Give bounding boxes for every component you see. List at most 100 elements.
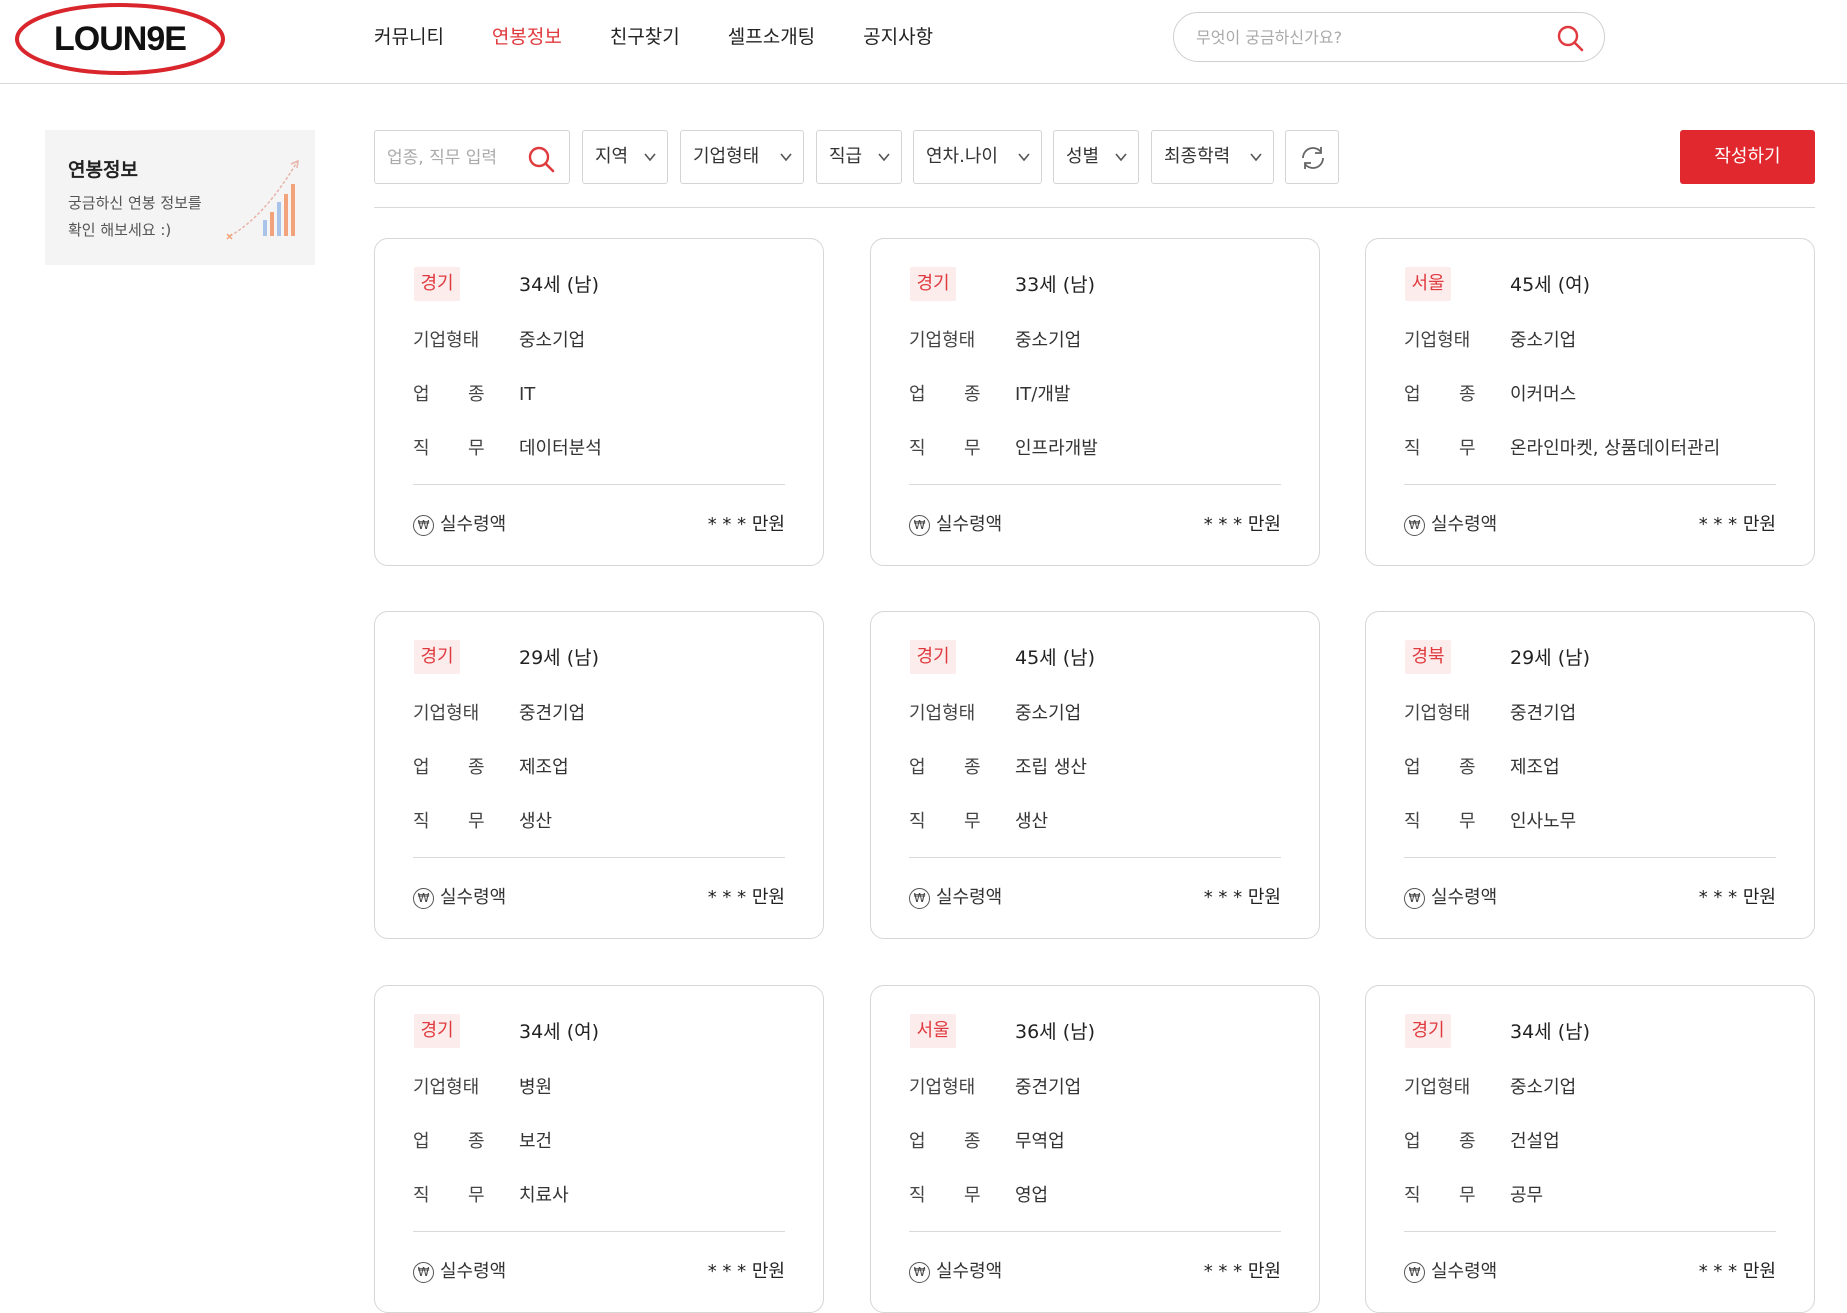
industry-label: 업종 bbox=[909, 1127, 1015, 1153]
duty-label-a: 직 bbox=[909, 811, 926, 832]
net-pay-label: 실수령액 bbox=[936, 1261, 1003, 1282]
duty-row: 직 무 데이터분석 bbox=[413, 434, 602, 460]
company-type-value: 중견기업 bbox=[519, 703, 586, 724]
industry-value: 조립 생산 bbox=[1015, 757, 1087, 778]
salary-card[interactable]: 경기 34세 (여) 기업형태 병원 업 종 보건 직 무 치료사 ₩ 실수령액 * * * 만원 bbox=[374, 985, 824, 1313]
industry-value: 건설업 bbox=[1510, 1131, 1560, 1152]
salary-card[interactable]: 경기 33세 (남) 기업형태 중소기업 업 종 IT/개발 직 무 인프라개발 ₩ 실수령액 * * … bbox=[870, 238, 1320, 566]
salary-card[interactable]: 경기 29세 (남) 기업형태 중견기업 업 종 제조업 직 무 생산 ₩ 실수령액 * * * 만원 bbox=[374, 611, 824, 939]
salary-info-banner[interactable]: 연봉정보 궁금하신 연봉 정보를 확인 해보세요 :) bbox=[45, 130, 315, 265]
industry-value: 무역업 bbox=[1015, 1131, 1065, 1152]
duty-label: 직무 bbox=[413, 807, 519, 833]
net-pay-label-group: ₩ 실수령액 bbox=[413, 1257, 506, 1283]
industry-row: 업 종 제조업 bbox=[413, 753, 569, 779]
nav-item-self-blind-date[interactable]: 셀프소개팅 bbox=[728, 22, 815, 52]
duty-value: 치료사 bbox=[519, 1185, 569, 1206]
industry-value: 제조업 bbox=[1510, 757, 1560, 778]
nav-item-notice[interactable]: 공지사항 bbox=[863, 22, 933, 52]
industry-label-b: 종 bbox=[1459, 757, 1476, 778]
duty-row: 직 무 인프라개발 bbox=[909, 434, 1098, 460]
region-badge: 경북 bbox=[1405, 640, 1451, 674]
region-select[interactable]: 지역 bbox=[582, 130, 668, 184]
company-type-select[interactable]: 기업형태 bbox=[680, 130, 804, 184]
duty-label-b: 무 bbox=[468, 438, 485, 459]
company-type-row: 기업형태 중소기업 bbox=[1404, 1073, 1576, 1099]
net-pay-label: 실수령액 bbox=[440, 887, 507, 908]
industry-label-b: 종 bbox=[1459, 384, 1476, 405]
duty-value: 온라인마켓, 상품데이터관리 bbox=[1510, 438, 1721, 459]
industry-label: 업종 bbox=[909, 753, 1015, 779]
card-divider bbox=[909, 484, 1281, 485]
card-divider bbox=[909, 857, 1281, 858]
industry-row: 업 종 조립 생산 bbox=[909, 753, 1087, 779]
years-age-select-label: 연차.나이 bbox=[926, 146, 998, 167]
rising-chart-icon bbox=[225, 156, 305, 246]
company-type-label: 기업형태 bbox=[1404, 703, 1471, 724]
salary-card[interactable]: 경기 34세 (남) 기업형태 중소기업 업 종 건설업 직 무 공무 ₩ 실수령액 * * * 만원 bbox=[1365, 985, 1815, 1313]
nav-item-find-friends[interactable]: 친구찾기 bbox=[610, 22, 680, 52]
company-type-label: 기업형태 bbox=[413, 1077, 480, 1098]
card-divider bbox=[1404, 1231, 1776, 1232]
company-type-select-label: 기업형태 bbox=[693, 146, 760, 167]
company-type-row: 기업형태 중견기업 bbox=[909, 1073, 1081, 1099]
industry-label-a: 업 bbox=[909, 1131, 926, 1152]
duty-label-a: 직 bbox=[413, 438, 430, 459]
nav-item-salary-info[interactable]: 연봉정보 bbox=[492, 22, 562, 52]
refresh-icon bbox=[1302, 147, 1324, 169]
company-type-value: 중견기업 bbox=[1510, 703, 1577, 724]
main-nav: 커뮤니티 연봉정보 친구찾기 셀프소개팅 공지사항 bbox=[374, 22, 981, 52]
search-icon[interactable] bbox=[1556, 24, 1584, 52]
duty-label-b: 무 bbox=[468, 811, 485, 832]
net-pay-label: 실수령액 bbox=[1431, 1261, 1498, 1282]
salary-card[interactable]: 경북 29세 (남) 기업형태 중견기업 업 종 제조업 직 무 인사노무 ₩ 실수령액 * * * 만… bbox=[1365, 611, 1815, 939]
position-select-label: 직급 bbox=[829, 146, 863, 167]
refresh-button[interactable] bbox=[1285, 130, 1339, 184]
company-type-label: 기업형태 bbox=[909, 330, 976, 351]
company-type-value: 중소기업 bbox=[1015, 703, 1082, 724]
industry-label-a: 업 bbox=[1404, 384, 1421, 405]
chevron-down-icon bbox=[1115, 153, 1127, 162]
net-pay-label: 실수령액 bbox=[936, 887, 1003, 908]
duty-row: 직 무 생산 bbox=[909, 807, 1048, 833]
nav-item-community[interactable]: 커뮤니티 bbox=[374, 22, 444, 52]
net-pay-amount: * * * 만원 bbox=[1203, 887, 1281, 908]
education-select[interactable]: 최종학력 bbox=[1151, 130, 1274, 184]
company-type-value: 병원 bbox=[519, 1077, 553, 1098]
search-icon[interactable] bbox=[527, 145, 555, 173]
banner-desc-line-2: 확인 해보세요 :) bbox=[68, 221, 172, 239]
net-pay-label-group: ₩ 실수령액 bbox=[909, 1257, 1002, 1283]
duty-row: 직 무 치료사 bbox=[413, 1181, 569, 1207]
net-pay-amount: * * * 만원 bbox=[1203, 514, 1281, 535]
net-pay-label: 실수령액 bbox=[936, 514, 1003, 535]
search-input[interactable] bbox=[1196, 25, 1536, 49]
duty-label-b: 무 bbox=[964, 1185, 981, 1206]
company-type-label: 기업형태 bbox=[909, 703, 976, 724]
keyword-input[interactable] bbox=[387, 146, 527, 170]
duty-row: 직 무 공무 bbox=[1404, 1181, 1543, 1207]
net-pay-label: 실수령액 bbox=[440, 514, 507, 535]
industry-label-b: 종 bbox=[964, 757, 981, 778]
years-age-select[interactable]: 연차.나이 bbox=[913, 130, 1042, 184]
gender-select[interactable]: 성별 bbox=[1053, 130, 1139, 184]
salary-card[interactable]: 서울 45세 (여) 기업형태 중소기업 업 종 이커머스 직 무 온라인마켓, 상품데이터관리 ₩… bbox=[1365, 238, 1815, 566]
net-pay-amount: * * * 만원 bbox=[707, 887, 785, 908]
card-divider bbox=[413, 1231, 785, 1232]
write-button[interactable]: 작성하기 bbox=[1680, 130, 1815, 184]
region-badge: 경기 bbox=[414, 1014, 460, 1048]
won-icon: ₩ bbox=[1404, 515, 1425, 536]
company-type-label: 기업형태 bbox=[413, 330, 480, 351]
position-select[interactable]: 직급 bbox=[816, 130, 902, 184]
industry-row: 업 종 IT/개발 bbox=[909, 380, 1071, 406]
salary-card[interactable]: 서울 36세 (남) 기업형태 중견기업 업 종 무역업 직 무 영업 ₩ 실수령액 * * * 만원 bbox=[870, 985, 1320, 1313]
logo[interactable]: LOUN9E bbox=[14, 2, 226, 76]
duty-label: 직무 bbox=[1404, 807, 1510, 833]
salary-card[interactable]: 경기 34세 (남) 기업형태 중소기업 업 종 IT 직 무 데이터분석 ₩ 실수령액 * * * 만… bbox=[374, 238, 824, 566]
company-type-label: 기업형태 bbox=[1404, 1077, 1471, 1098]
industry-row: 업 종 보건 bbox=[413, 1127, 552, 1153]
salary-card[interactable]: 경기 45세 (남) 기업형태 중소기업 업 종 조립 생산 직 무 생산 ₩ 실수령액 * * * 만… bbox=[870, 611, 1320, 939]
duty-label-b: 무 bbox=[468, 1185, 485, 1206]
company-type-row: 기업형태 중견기업 bbox=[413, 699, 585, 725]
duty-label-a: 직 bbox=[909, 438, 926, 459]
net-pay-label: 실수령액 bbox=[1431, 887, 1498, 908]
net-pay-label-group: ₩ 실수령액 bbox=[413, 510, 506, 536]
